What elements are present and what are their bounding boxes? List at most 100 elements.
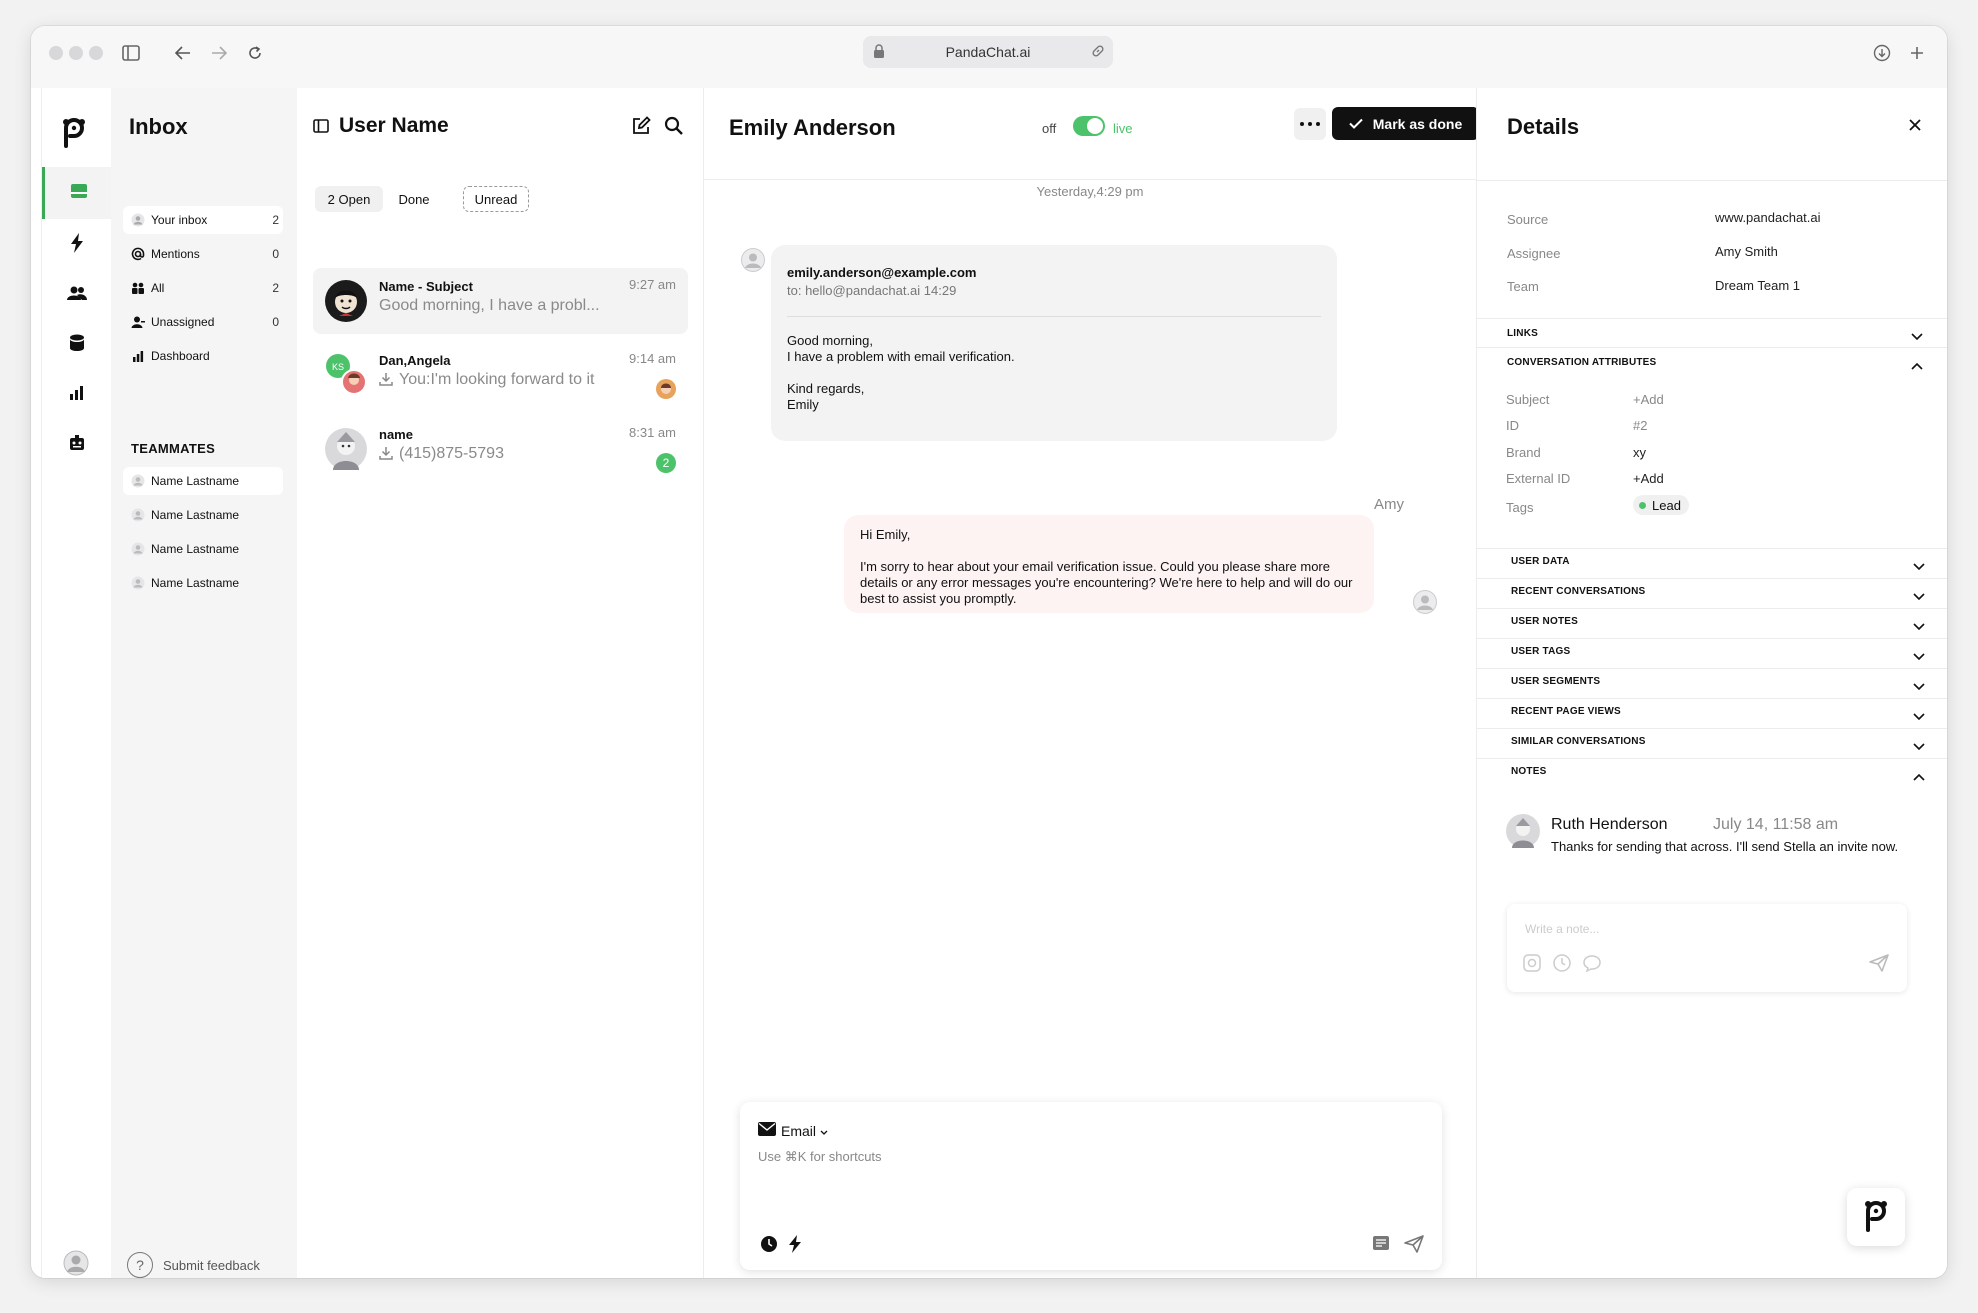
chevron-up-icon[interactable] xyxy=(1911,357,1923,375)
section-recent-conversations[interactable]: RECENT CONVERSATIONS xyxy=(1511,586,1645,597)
teammate-item[interactable]: Name Lastname xyxy=(123,501,283,529)
clock-icon[interactable] xyxy=(1553,954,1571,977)
section-user-data[interactable]: USER DATA xyxy=(1511,556,1570,567)
chevron-down-icon[interactable] xyxy=(1913,558,1925,576)
chevron-down-icon[interactable] xyxy=(1913,678,1925,696)
section-user-tags[interactable]: USER TAGS xyxy=(1511,646,1570,657)
section-user-segments[interactable]: USER SEGMENTS xyxy=(1511,676,1600,687)
chevron-down-icon[interactable] xyxy=(1913,588,1925,606)
clock-icon[interactable] xyxy=(760,1235,778,1258)
preview-text: (415)875-5793 xyxy=(399,445,504,462)
tag-chip[interactable]: Lead xyxy=(1633,495,1689,515)
attribute-key: External ID xyxy=(1506,471,1571,486)
send-icon[interactable] xyxy=(1869,954,1889,977)
back-icon[interactable] xyxy=(171,41,195,65)
panel-toggle-icon[interactable] xyxy=(313,119,329,138)
new-tab-icon[interactable] xyxy=(1905,41,1929,65)
agent-avatar xyxy=(1413,590,1437,619)
message-composer[interactable]: Email Use ⌘K for shortcuts xyxy=(740,1102,1442,1270)
link-icon[interactable] xyxy=(1091,44,1105,61)
inbox-title: Inbox xyxy=(129,114,188,139)
details-panel: Details Source www.pandachat.ai Assignee… xyxy=(1476,88,1947,1278)
live-toggle[interactable] xyxy=(1073,116,1105,136)
note-placeholder[interactable]: Write a note... xyxy=(1525,922,1599,936)
info-key: Team xyxy=(1507,279,1539,294)
compose-icon[interactable] xyxy=(631,116,651,141)
section-similar-conversations[interactable]: SIMILAR CONVERSATIONS xyxy=(1511,736,1646,747)
more-options-button[interactable] xyxy=(1294,108,1326,140)
chevron-down-icon[interactable] xyxy=(1913,648,1925,666)
nav-count: 0 xyxy=(272,247,279,261)
links-section-header[interactable]: LINKS xyxy=(1507,328,1538,339)
conversation-item[interactable]: KS Dan,Angela You:I'm looking forward to… xyxy=(313,342,688,408)
nav-mentions[interactable]: Mentions 0 xyxy=(123,240,283,268)
attribute-key: Subject xyxy=(1506,392,1550,407)
forward-icon[interactable] xyxy=(207,41,231,65)
reload-icon[interactable] xyxy=(243,41,267,65)
teammate-item[interactable]: Name Lastname xyxy=(123,569,283,597)
current-user-avatar[interactable] xyxy=(63,1250,89,1278)
channel-selector[interactable]: Email xyxy=(758,1122,828,1139)
teammate-item[interactable]: Name Lastname xyxy=(123,467,283,495)
conversation-item[interactable]: Name - Subject Good morning, I have a pr… xyxy=(313,268,688,334)
note-input[interactable]: Write a note... xyxy=(1507,904,1907,992)
conversation-item[interactable]: name (415)875-5793 8:31 am 2 xyxy=(313,416,688,482)
instagram-icon[interactable] xyxy=(1523,954,1541,977)
attributes-section-header[interactable]: CONVERSATION ATTRIBUTES xyxy=(1507,357,1656,368)
nav-label: Unassigned xyxy=(151,315,215,329)
download-icon[interactable] xyxy=(1870,41,1894,65)
filter-unread[interactable]: Unread xyxy=(463,186,529,212)
close-icon[interactable] xyxy=(1909,118,1921,136)
filter-done[interactable]: Done xyxy=(392,186,436,212)
chevron-up-icon[interactable] xyxy=(1913,768,1925,786)
attribute-value[interactable]: +Add xyxy=(1633,471,1664,486)
search-icon[interactable] xyxy=(664,116,684,141)
section-user-notes[interactable]: USER NOTES xyxy=(1511,616,1578,627)
pandachat-logo[interactable] xyxy=(60,116,88,153)
chat-bubble-icon[interactable] xyxy=(1583,954,1601,977)
chevron-down-icon[interactable] xyxy=(1911,328,1923,346)
conversation-preview: Good morning, I have a probl... xyxy=(379,297,600,314)
rail-contacts[interactable] xyxy=(42,269,112,321)
teammate-item[interactable]: Name Lastname xyxy=(123,535,283,563)
minimize-window-dot[interactable] xyxy=(69,46,83,60)
rail-inbox[interactable] xyxy=(42,167,112,219)
assignee-avatar xyxy=(656,379,676,404)
rail-data[interactable] xyxy=(42,319,112,371)
pandachat-launcher-button[interactable] xyxy=(1847,1188,1905,1246)
details-title: Details xyxy=(1507,114,1580,139)
chevron-down-icon[interactable] xyxy=(1913,618,1925,636)
composer-tools xyxy=(760,1235,802,1258)
divider xyxy=(1477,548,1947,549)
users-icon xyxy=(67,286,87,305)
rail-automation[interactable] xyxy=(42,219,112,271)
chevron-down-icon[interactable] xyxy=(1913,738,1925,756)
send-icon[interactable] xyxy=(1404,1235,1424,1258)
composer-placeholder[interactable]: Use ⌘K for shortcuts xyxy=(758,1149,882,1165)
notes-section-header[interactable]: NOTES xyxy=(1511,766,1546,777)
lightning-icon[interactable] xyxy=(788,1235,802,1258)
inbox-sidebar: Inbox Your inbox 2 Mentions 0 All 2 Unas… xyxy=(111,88,297,1278)
chevron-down-icon xyxy=(820,1123,828,1139)
mark-as-done-button[interactable]: Mark as done xyxy=(1332,107,1479,140)
avatar xyxy=(325,280,367,322)
section-recent-page-views[interactable]: RECENT PAGE VIEWS xyxy=(1511,706,1621,717)
note-icon[interactable] xyxy=(1372,1235,1390,1258)
nav-your-inbox[interactable]: Your inbox 2 xyxy=(123,206,283,234)
nav-dashboard[interactable]: Dashboard xyxy=(123,342,283,370)
attribute-value[interactable]: +Add xyxy=(1633,392,1664,407)
zoom-window-dot[interactable] xyxy=(89,46,103,60)
rail-reports[interactable] xyxy=(42,369,112,421)
rail-bot[interactable] xyxy=(42,419,112,471)
submit-feedback-link[interactable]: ? Submit feedback xyxy=(127,1252,260,1278)
filter-open[interactable]: 2 Open xyxy=(315,186,383,212)
address-bar[interactable]: PandaChat.ai xyxy=(863,36,1113,68)
nav-all[interactable]: All 2 xyxy=(123,274,283,302)
sidebar-toggle-icon[interactable] xyxy=(119,41,143,65)
conversation-preview: You:I'm looking forward to it xyxy=(379,371,619,391)
info-value: Dream Team 1 xyxy=(1715,278,1801,293)
check-icon xyxy=(1349,116,1363,132)
nav-unassigned[interactable]: Unassigned 0 xyxy=(123,308,283,336)
close-window-dot[interactable] xyxy=(49,46,63,60)
chevron-down-icon[interactable] xyxy=(1913,708,1925,726)
